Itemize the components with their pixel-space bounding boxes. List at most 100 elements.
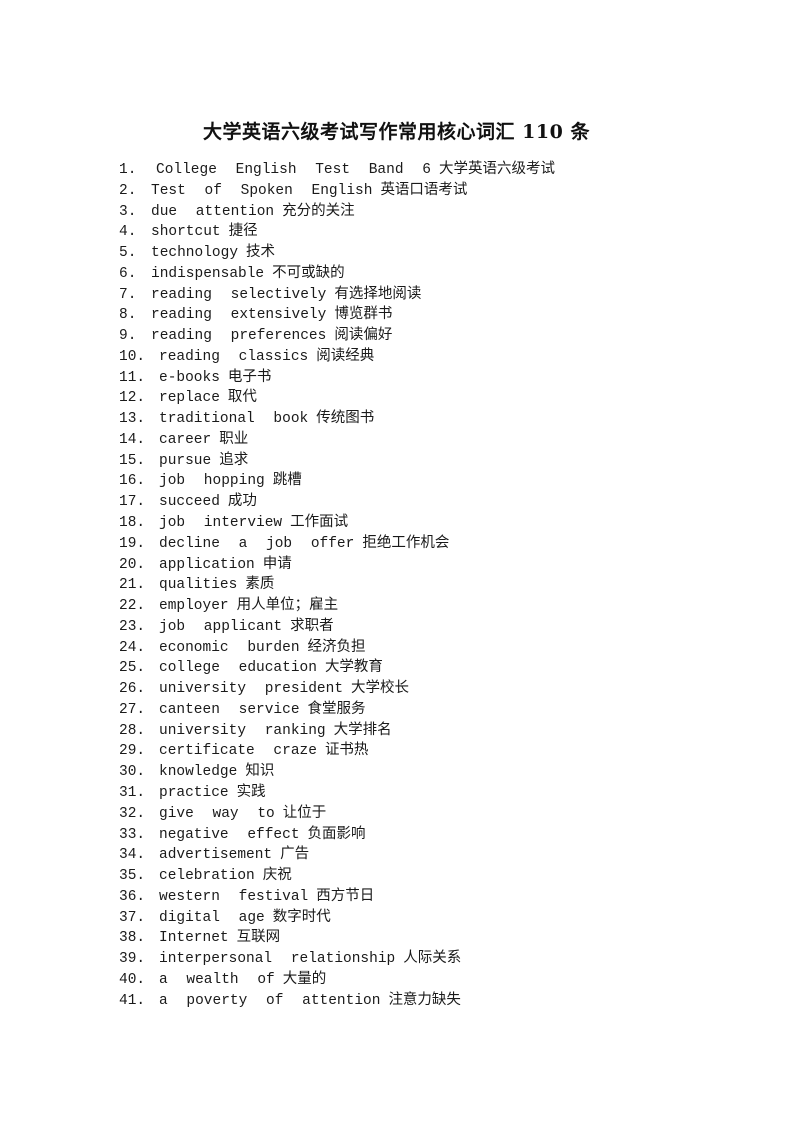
english-term: job applicant xyxy=(159,618,283,635)
english-term: replace xyxy=(159,390,220,407)
item-number: 15. xyxy=(119,452,146,469)
english-term: a wealth of xyxy=(159,971,275,988)
item-number: 37. xyxy=(119,909,146,926)
vocab-item: 28. university ranking 大学排名 xyxy=(119,720,555,741)
chinese-translation: 让位于 xyxy=(282,804,327,821)
chinese-translation: 素质 xyxy=(245,576,275,593)
vocab-item: 14. career 职业 xyxy=(119,429,555,450)
chinese-translation: 博览群书 xyxy=(334,306,393,323)
english-term: employer xyxy=(159,598,229,615)
item-number: 14. xyxy=(119,431,146,448)
english-term: qualities xyxy=(159,577,238,594)
vocab-item: 10. reading classics 阅读经典 xyxy=(119,346,555,367)
english-term: digital age xyxy=(159,909,265,926)
vocab-item: 3. due attention 充分的关注 xyxy=(119,201,555,222)
chinese-translation: 成功 xyxy=(227,493,257,510)
item-number: 12. xyxy=(119,390,146,407)
item-number: 2. xyxy=(119,182,137,199)
item-number: 7. xyxy=(119,286,137,303)
vocab-list: 1. College English Test Band 6 大学英语六级考试 2. T… xyxy=(119,159,555,1010)
item-number: 39. xyxy=(119,951,146,968)
vocab-item: 39. interpersonal relationship 人际关系 xyxy=(119,948,555,969)
chinese-translation: 传统图书 xyxy=(316,410,375,427)
item-number: 25. xyxy=(119,660,146,677)
item-number: 34. xyxy=(119,847,146,864)
vocab-item: 4. shortcut 捷径 xyxy=(119,221,555,242)
english-term: job interview xyxy=(159,515,283,532)
item-number: 13. xyxy=(119,411,146,428)
item-number: 16. xyxy=(119,473,146,490)
english-term: university president xyxy=(159,681,344,698)
vocab-item: 23. job applicant 求职者 xyxy=(119,616,555,637)
vocab-item: 7. reading selectively 有选择地阅读 xyxy=(119,284,555,305)
chinese-translation: 用人单位；雇主 xyxy=(236,597,339,614)
item-number: 24. xyxy=(119,639,146,656)
chinese-translation: 互联网 xyxy=(236,929,281,946)
chinese-translation: 人际关系 xyxy=(403,950,462,967)
chinese-translation: 大学教育 xyxy=(324,659,383,676)
chinese-translation: 有选择地阅读 xyxy=(334,285,422,302)
chinese-translation: 取代 xyxy=(227,389,257,406)
chinese-translation: 广告 xyxy=(280,846,310,863)
item-number: 27. xyxy=(119,701,146,718)
english-term: western festival xyxy=(159,888,309,905)
item-number: 6. xyxy=(119,265,137,282)
english-term: e-books xyxy=(159,369,220,386)
item-number: 35. xyxy=(119,868,146,885)
chinese-translation: 食堂服务 xyxy=(307,700,366,717)
chinese-translation: 申请 xyxy=(262,555,292,572)
item-number: 9. xyxy=(119,328,137,345)
item-number: 41. xyxy=(119,992,146,1009)
vocab-item: 18. job interview 工作面试 xyxy=(119,512,555,533)
chinese-translation: 大学校长 xyxy=(351,680,410,697)
chinese-translation: 追求 xyxy=(219,451,249,468)
item-number: 31. xyxy=(119,784,146,801)
chinese-translation: 实践 xyxy=(236,783,266,800)
page-title: 大学英语六级考试写作常用核心词汇 110 条 xyxy=(203,120,590,143)
vocab-item: 21. qualities 素质 xyxy=(119,574,555,595)
item-number: 40. xyxy=(119,971,146,988)
item-number: 32. xyxy=(119,805,146,822)
english-term: canteen service xyxy=(159,701,300,718)
english-term: celebration xyxy=(159,868,255,885)
english-term: pursue xyxy=(159,452,212,469)
item-number: 5. xyxy=(119,245,137,262)
chinese-translation: 注意力缺失 xyxy=(388,991,461,1008)
english-term: certificate craze xyxy=(159,743,317,760)
english-term: Test of Spoken English xyxy=(151,182,373,199)
item-number: 30. xyxy=(119,764,146,781)
english-term: decline a job offer xyxy=(159,535,355,552)
chinese-translation: 负面影响 xyxy=(307,825,366,842)
item-number: 8. xyxy=(119,307,137,324)
english-term: university ranking xyxy=(159,722,326,739)
chinese-translation: 技术 xyxy=(246,244,276,261)
english-term: give way to xyxy=(159,805,275,822)
vocab-item: 6. indispensable 不可或缺的 xyxy=(119,263,555,284)
chinese-translation: 电子书 xyxy=(227,368,272,385)
vocab-item: 5. technology 技术 xyxy=(119,242,555,263)
chinese-translation: 职业 xyxy=(219,430,249,447)
english-term: reading classics xyxy=(159,348,309,365)
item-number: 21. xyxy=(119,577,146,594)
english-term: due attention xyxy=(151,203,275,220)
english-term: career xyxy=(159,431,212,448)
vocab-item: 35. celebration 庆祝 xyxy=(119,865,555,886)
item-number: 29. xyxy=(119,743,146,760)
chinese-translation: 经济负担 xyxy=(307,638,366,655)
item-number: 23. xyxy=(119,618,146,635)
vocab-item: 2. Test of Spoken English 英语口语考试 xyxy=(119,180,555,201)
vocab-item: 41. a poverty of attention 注意力缺失 xyxy=(119,990,555,1011)
vocab-item: 17. succeed 成功 xyxy=(119,491,555,512)
chinese-translation: 庆祝 xyxy=(262,867,292,884)
vocab-item: 9. reading preferences 阅读偏好 xyxy=(119,325,555,346)
item-number: 4. xyxy=(119,224,137,241)
vocab-item: 32. give way to 让位于 xyxy=(119,803,555,824)
vocab-item: 29. certificate craze 证书热 xyxy=(119,740,555,761)
vocab-item: 27. canteen service 食堂服务 xyxy=(119,699,555,720)
chinese-translation: 拒绝工作机会 xyxy=(362,534,450,551)
vocab-item: 30. knowledge 知识 xyxy=(119,761,555,782)
chinese-translation: 英语口语考试 xyxy=(380,181,468,198)
vocab-item: 38. Internet 互联网 xyxy=(119,927,555,948)
english-term: reading selectively xyxy=(151,286,327,303)
chinese-translation: 数字时代 xyxy=(272,908,331,925)
